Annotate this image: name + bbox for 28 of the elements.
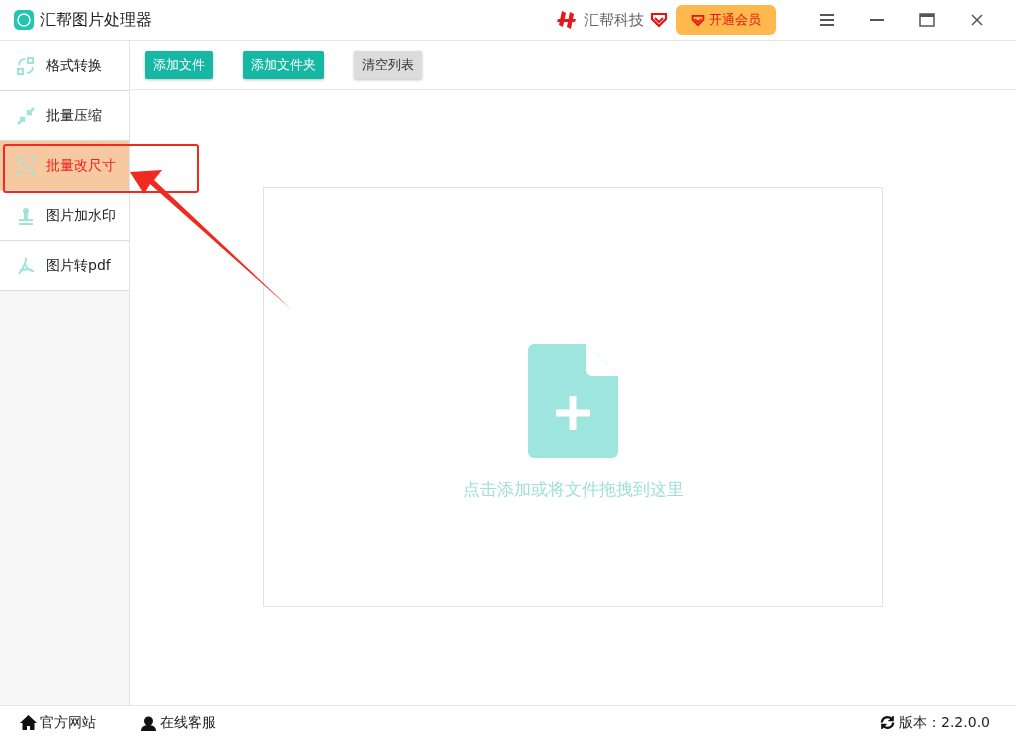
sidebar-item[interactable]: 图片加水印 <box>0 191 129 241</box>
file-add-icon <box>528 344 618 458</box>
company-name: 汇帮科技 <box>584 10 644 30</box>
website-link[interactable]: 官方网站 <box>20 713 96 732</box>
diamond-heart-icon <box>650 12 668 28</box>
version-text: 版本：2.2.0.0 <box>899 713 990 732</box>
home-icon <box>20 715 37 730</box>
company-logo-icon <box>556 9 578 31</box>
refresh-icon <box>880 715 895 730</box>
pdf-icon <box>16 255 36 276</box>
resize-frame-icon <box>16 155 36 176</box>
maximize-icon <box>919 13 935 27</box>
menu-icon <box>820 14 834 26</box>
cycle-arrows-icon <box>16 55 36 76</box>
diamond-heart-icon <box>691 13 705 27</box>
stamp-icon <box>16 205 36 226</box>
close-icon <box>971 14 983 26</box>
drop-hint: 点击添加或将文件拖拽到这里 <box>462 478 684 501</box>
minimize-icon <box>870 19 884 21</box>
sidebar-item[interactable]: 格式转换 <box>0 41 129 91</box>
compress-arrows-icon <box>16 105 36 126</box>
sidebar-item[interactable]: 批量压缩 <box>0 91 129 141</box>
clear-button[interactable]: 清空列表 <box>354 51 422 79</box>
app-logo-icon <box>14 10 34 30</box>
sidebar-item[interactable]: 图片转pdf <box>0 241 129 291</box>
window-title: 汇帮图片处理器 <box>40 9 152 31</box>
headset-person-icon <box>140 714 157 731</box>
support-link[interactable]: 在线客服 <box>140 713 216 732</box>
